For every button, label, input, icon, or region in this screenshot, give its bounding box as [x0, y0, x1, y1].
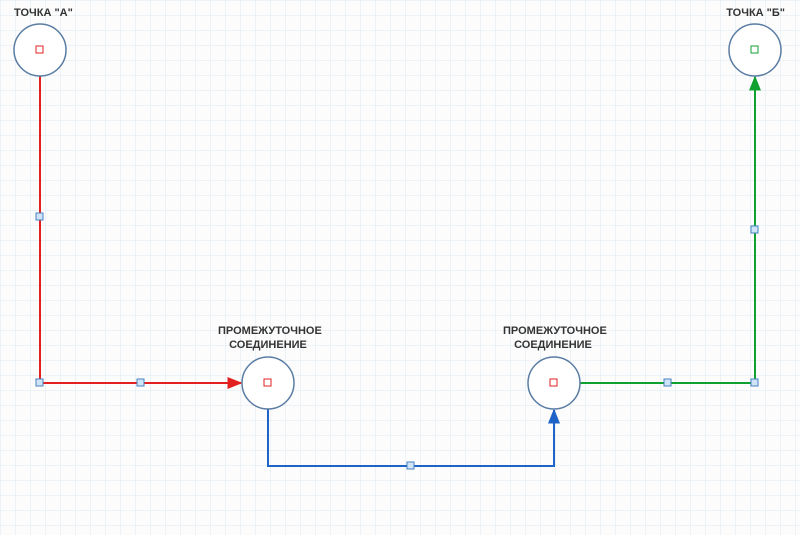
anchor-intermediate-1[interactable] [264, 379, 271, 386]
label-intermediate-2-line1: ПРОМЕЖУТОЧНОЕ [503, 325, 607, 337]
label-intermediate-2: ПРОМЕЖУТОЧНОЕ СОЕДИНЕНИЕ [503, 324, 603, 353]
anchor-point-b[interactable] [751, 46, 758, 53]
nodes-layer [0, 0, 800, 535]
label-intermediate-1: ПРОМЕЖУТОЧНОЕ СОЕДИНЕНИЕ [218, 324, 318, 353]
label-intermediate-1-line2: СОЕДИНЕНИЕ [229, 339, 307, 351]
label-point-b: ТОЧКА "Б" [726, 6, 785, 20]
label-intermediate-1-line1: ПРОМЕЖУТОЧНОЕ [218, 325, 322, 337]
anchor-intermediate-2[interactable] [550, 379, 557, 386]
anchor-point-a[interactable] [36, 46, 43, 53]
label-intermediate-2-line2: СОЕДИНЕНИЕ [514, 339, 592, 351]
label-point-a: ТОЧКА "А" [14, 6, 73, 20]
diagram-canvas: ТОЧКА "А" ТОЧКА "Б" ПРОМЕЖУТОЧНОЕ СОЕДИН… [0, 0, 800, 535]
